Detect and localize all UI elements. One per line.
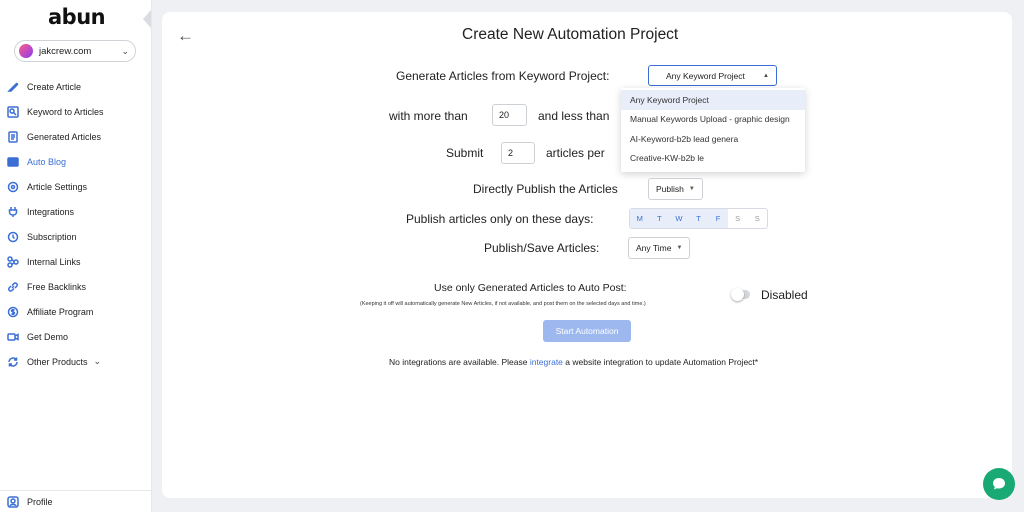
day-toggle-friday[interactable]: F bbox=[708, 209, 728, 228]
sidebar-item-label: Get Demo bbox=[27, 331, 69, 342]
sidebar-item-label: Internal Links bbox=[27, 256, 81, 267]
autopost-note: (Keeping it off will automatically gener… bbox=[360, 301, 646, 307]
toggle-state-label: Disabled bbox=[761, 288, 808, 302]
sidebar-item-label: Article Settings bbox=[27, 181, 88, 192]
day-selector: M T W T F S S bbox=[629, 208, 768, 229]
day-toggle-sunday[interactable]: S bbox=[747, 209, 767, 228]
toggle-knob bbox=[731, 288, 744, 301]
subscription-icon bbox=[7, 231, 19, 243]
user-icon bbox=[7, 495, 19, 508]
min-keywords-input[interactable]: 20 bbox=[492, 104, 527, 126]
day-toggle-tuesday[interactable]: T bbox=[649, 209, 670, 228]
back-arrow-icon[interactable]: ← bbox=[177, 26, 194, 46]
sidebar-item-keyword-to-articles[interactable]: Keyword to Articles bbox=[0, 99, 150, 124]
caret-down-icon: ▼ bbox=[688, 186, 695, 192]
chat-bubble-icon bbox=[993, 478, 1005, 490]
time-select[interactable]: Any Time ▼ bbox=[628, 237, 691, 259]
auto-blog-icon bbox=[7, 156, 19, 168]
feather-icon bbox=[7, 81, 19, 93]
sidebar-item-label: Keyword to Articles bbox=[27, 106, 104, 117]
sidebar-item-create-article[interactable]: Create Article bbox=[0, 74, 150, 99]
dropdown-option[interactable]: AI-Keyword-b2b lead genera bbox=[621, 129, 805, 149]
dropdown-option[interactable]: Manual Keywords Upload - graphic design bbox=[621, 110, 805, 130]
refresh-icon bbox=[7, 356, 19, 368]
time-select-value: Any Time bbox=[636, 243, 672, 253]
page-title: Create New Automation Project bbox=[462, 26, 679, 43]
account-selector[interactable]: jakcrew.com ⌄ bbox=[14, 40, 136, 62]
generate-label: Generate Articles from Keyword Project: bbox=[396, 69, 610, 83]
caret-down-icon: ▼ bbox=[676, 245, 683, 251]
day-toggle-monday[interactable]: M bbox=[630, 209, 650, 228]
sidebar-item-article-settings[interactable]: Article Settings bbox=[0, 174, 150, 199]
chat-button[interactable] bbox=[983, 468, 1015, 500]
articles-per-label: articles per bbox=[546, 146, 605, 160]
keyword-project-select[interactable]: Any Keyword Project ▲ bbox=[648, 65, 777, 86]
days-label: Publish articles only on these days: bbox=[406, 212, 594, 226]
sidebar-item-label: Other Products bbox=[27, 356, 88, 367]
less-than-label: and less than bbox=[538, 109, 610, 123]
sidebar-nav: Create Article Keyword to Articles Gener… bbox=[0, 74, 150, 374]
main-card bbox=[162, 12, 1012, 498]
app-logo[interactable]: abun bbox=[48, 5, 106, 29]
publish-label: Directly Publish the Articles bbox=[473, 182, 618, 196]
video-icon bbox=[7, 331, 19, 343]
day-toggle-saturday[interactable]: S bbox=[728, 209, 748, 228]
submit-count-input[interactable]: 2 bbox=[501, 142, 535, 164]
dropdown-option[interactable]: Creative-KW-b2b le bbox=[621, 149, 805, 169]
autopost-label: Use only Generated Articles to Auto Post… bbox=[434, 282, 627, 294]
account-name: jakcrew.com bbox=[39, 45, 92, 57]
integrate-link[interactable]: integrate bbox=[530, 357, 563, 367]
integration-note-pre: No integrations are available. Please bbox=[389, 357, 528, 367]
integration-note-post: a website integration to update Automati… bbox=[565, 357, 759, 367]
caret-up-icon: ▲ bbox=[763, 72, 769, 79]
start-automation-button[interactable]: Start Automation bbox=[543, 320, 631, 342]
sidebar-item-label: Create Article bbox=[27, 81, 82, 92]
plug-icon bbox=[7, 206, 19, 218]
keyword-project-dropdown: Any Keyword Project Manual Keywords Uplo… bbox=[621, 88, 805, 172]
publish-select-value: Publish bbox=[656, 184, 684, 194]
sidebar-item-label: Free Backlinks bbox=[27, 281, 87, 292]
document-icon bbox=[7, 130, 19, 143]
chevron-down-icon: ⌄ bbox=[121, 45, 129, 56]
sidebar-item-internal-links[interactable]: Internal Links bbox=[0, 249, 150, 274]
dropdown-option[interactable]: Any Keyword Project bbox=[621, 90, 805, 110]
sidebar-item-generated-articles[interactable]: Generated Articles bbox=[0, 124, 150, 149]
sidebar-collapse-handle[interactable] bbox=[143, 10, 151, 28]
sidebar-item-free-backlinks[interactable]: Free Backlinks bbox=[0, 274, 150, 299]
more-than-label: with more than bbox=[389, 109, 468, 123]
profile-label: Profile bbox=[27, 496, 53, 507]
day-toggle-thursday[interactable]: T bbox=[688, 209, 709, 228]
settings-icon bbox=[7, 181, 19, 193]
sidebar-item-label: Generated Articles bbox=[27, 131, 102, 142]
publish-select[interactable]: Publish ▼ bbox=[648, 178, 703, 200]
autopost-toggle[interactable] bbox=[731, 288, 750, 301]
sidebar-item-profile[interactable]: Profile bbox=[0, 490, 151, 512]
keyword-project-value: Any Keyword Project bbox=[666, 70, 745, 81]
chevron-down-icon: ⌄ bbox=[93, 356, 102, 366]
sidebar: abun jakcrew.com ⌄ Create Article Keywor… bbox=[0, 0, 152, 512]
sidebar-item-other-products[interactable]: Other Products ⌄ bbox=[0, 349, 150, 374]
sidebar-item-subscription[interactable]: Subscription bbox=[0, 224, 150, 249]
dollar-icon bbox=[7, 306, 19, 318]
sidebar-item-label: Affiliate Program bbox=[27, 306, 94, 317]
keyword-search-icon bbox=[7, 105, 19, 118]
sidebar-item-get-demo[interactable]: Get Demo bbox=[0, 324, 150, 349]
sidebar-item-integrations[interactable]: Integrations bbox=[0, 199, 150, 224]
sidebar-item-label: Auto Blog bbox=[27, 156, 67, 167]
sidebar-item-label: Integrations bbox=[27, 206, 75, 217]
account-avatar bbox=[19, 44, 33, 58]
sidebar-item-label: Subscription bbox=[27, 231, 77, 242]
sidebar-item-auto-blog[interactable]: Auto Blog bbox=[0, 149, 150, 174]
submit-label: Submit bbox=[446, 146, 484, 160]
backlinks-icon bbox=[7, 281, 19, 293]
link-icon bbox=[7, 255, 19, 268]
integration-note: No integrations are available. Please in… bbox=[389, 357, 758, 367]
day-toggle-wednesday[interactable]: W bbox=[669, 209, 689, 228]
sidebar-item-affiliate-program[interactable]: Affiliate Program bbox=[0, 299, 150, 324]
save-label: Publish/Save Articles: bbox=[484, 241, 600, 255]
